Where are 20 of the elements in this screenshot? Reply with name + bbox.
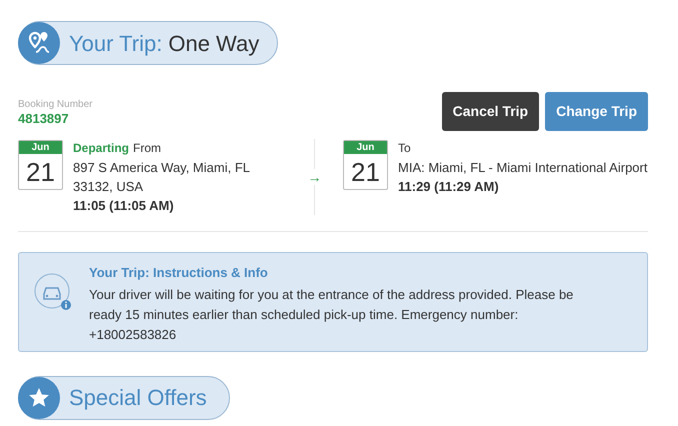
booking-number: 4813897 xyxy=(18,111,70,127)
info-title: Your Trip: Instructions & Info xyxy=(89,264,269,282)
time: 11:29 (11:29 AM) xyxy=(398,178,500,196)
booking-label: Booking Number xyxy=(18,99,92,111)
car-info-icon xyxy=(33,272,73,312)
cancel-button[interactable]: Cancel Trip xyxy=(442,92,540,131)
change-button[interactable]: Change Trip xyxy=(545,92,648,131)
leg-label: From xyxy=(133,140,162,157)
calendar-date: Jun 21 xyxy=(343,140,388,190)
calendar-date: Jun 21 xyxy=(18,140,63,190)
address: 897 S America Way, Miami, FL 33132, USA xyxy=(73,159,251,196)
leg-label: To xyxy=(398,140,411,157)
header-value: One Way xyxy=(168,30,260,58)
info-text: Your driver will be waiting for you at the entrance of the address provided. Please be ready 15 minutes earlier than scheduled pick-up time. Emergency number: +18002583826 xyxy=(89,286,574,344)
section-title: Special Offers xyxy=(69,385,207,411)
address: MIA: Miami, FL - Miami International Airport xyxy=(398,159,648,177)
route-pin-icon xyxy=(18,22,60,64)
time: 11:05 (11:05 AM) xyxy=(73,197,175,215)
status-tag: Departing xyxy=(73,139,130,158)
header-label: Your Trip: xyxy=(69,30,162,58)
